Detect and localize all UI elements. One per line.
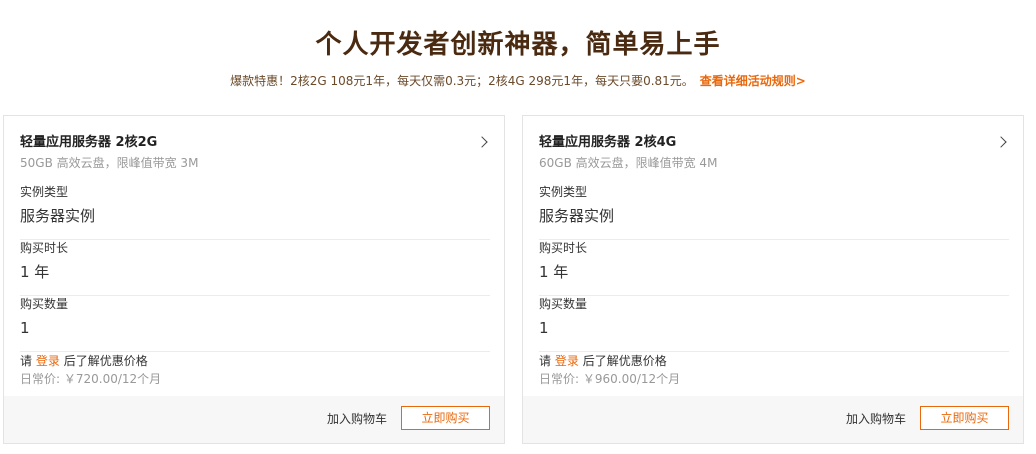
quantity-field: 购买数量 1 xyxy=(20,296,490,352)
duration-value[interactable]: 1 年 xyxy=(539,261,1009,283)
duration-value[interactable]: 1 年 xyxy=(20,261,490,283)
login-prefix: 请 xyxy=(20,354,33,368)
product-card-header[interactable]: 轻量应用服务器 2核4G 60GB 高效云盘，限峰值带宽 4M xyxy=(539,134,1007,174)
quantity-value[interactable]: 1 xyxy=(539,317,1009,339)
product-card-2c4g: 轻量应用服务器 2核4G 60GB 高效云盘，限峰值带宽 4M 实例类型 服务器… xyxy=(522,115,1024,444)
login-suffix: 后了解优惠价格 xyxy=(582,354,667,368)
card-footer: 加入购物车 立即购买 xyxy=(4,396,504,443)
login-link[interactable]: 登录 xyxy=(36,354,60,368)
login-suffix: 后了解优惠价格 xyxy=(63,354,148,368)
instance-type-field: 实例类型 服务器实例 xyxy=(539,184,1009,240)
add-to-cart-button[interactable]: 加入购物车 xyxy=(846,410,906,428)
regular-price: 日常价: ￥960.00/12个月 xyxy=(539,372,681,386)
product-card-2c2g: 轻量应用服务器 2核2G 50GB 高效云盘，限峰值带宽 3M 实例类型 服务器… xyxy=(3,115,505,444)
quantity-value[interactable]: 1 xyxy=(20,317,490,339)
login-prompt: 请 登录 后了解优惠价格 xyxy=(20,353,148,369)
field-label: 购买数量 xyxy=(539,297,588,311)
promo-rules-link[interactable]: 查看详细活动规则> xyxy=(700,74,806,88)
promo-text: 爆款特惠！2核2G 108元1年，每天仅需0.3元；2核4G 298元1年，每天… xyxy=(230,74,694,88)
field-label: 实例类型 xyxy=(20,185,69,199)
product-title: 轻量应用服务器 2核2G xyxy=(20,135,158,150)
quantity-field: 购买数量 1 xyxy=(539,296,1009,352)
regular-price: 日常价: ￥720.00/12个月 xyxy=(20,372,162,386)
page-title: 个人开发者创新神器，简单易上手 xyxy=(315,30,721,60)
product-subtitle: 60GB 高效云盘，限峰值带宽 4M xyxy=(539,156,718,170)
add-to-cart-button[interactable]: 加入购物车 xyxy=(327,410,387,428)
login-prompt: 请 登录 后了解优惠价格 xyxy=(539,353,667,369)
promo-banner: 爆款特惠！2核2G 108元1年，每天仅需0.3元；2核4G 298元1年，每天… xyxy=(0,72,1036,90)
login-link[interactable]: 登录 xyxy=(555,354,579,368)
buy-now-button[interactable]: 立即购买 xyxy=(401,406,490,430)
login-prefix: 请 xyxy=(539,354,552,368)
field-label: 购买时长 xyxy=(20,241,69,255)
instance-type-value[interactable]: 服务器实例 xyxy=(20,205,490,227)
product-subtitle: 50GB 高效云盘，限峰值带宽 3M xyxy=(20,156,199,170)
instance-type-value[interactable]: 服务器实例 xyxy=(539,205,1009,227)
field-label: 购买数量 xyxy=(20,297,69,311)
field-label: 实例类型 xyxy=(539,185,588,199)
buy-now-button[interactable]: 立即购买 xyxy=(920,406,1009,430)
instance-type-field: 实例类型 服务器实例 xyxy=(20,184,490,240)
product-title: 轻量应用服务器 2核4G xyxy=(539,135,677,150)
card-footer: 加入购物车 立即购买 xyxy=(523,396,1023,443)
duration-field: 购买时长 1 年 xyxy=(539,240,1009,296)
field-label: 购买时长 xyxy=(539,241,588,255)
product-card-header[interactable]: 轻量应用服务器 2核2G 50GB 高效云盘，限峰值带宽 3M xyxy=(20,134,488,174)
duration-field: 购买时长 1 年 xyxy=(20,240,490,296)
